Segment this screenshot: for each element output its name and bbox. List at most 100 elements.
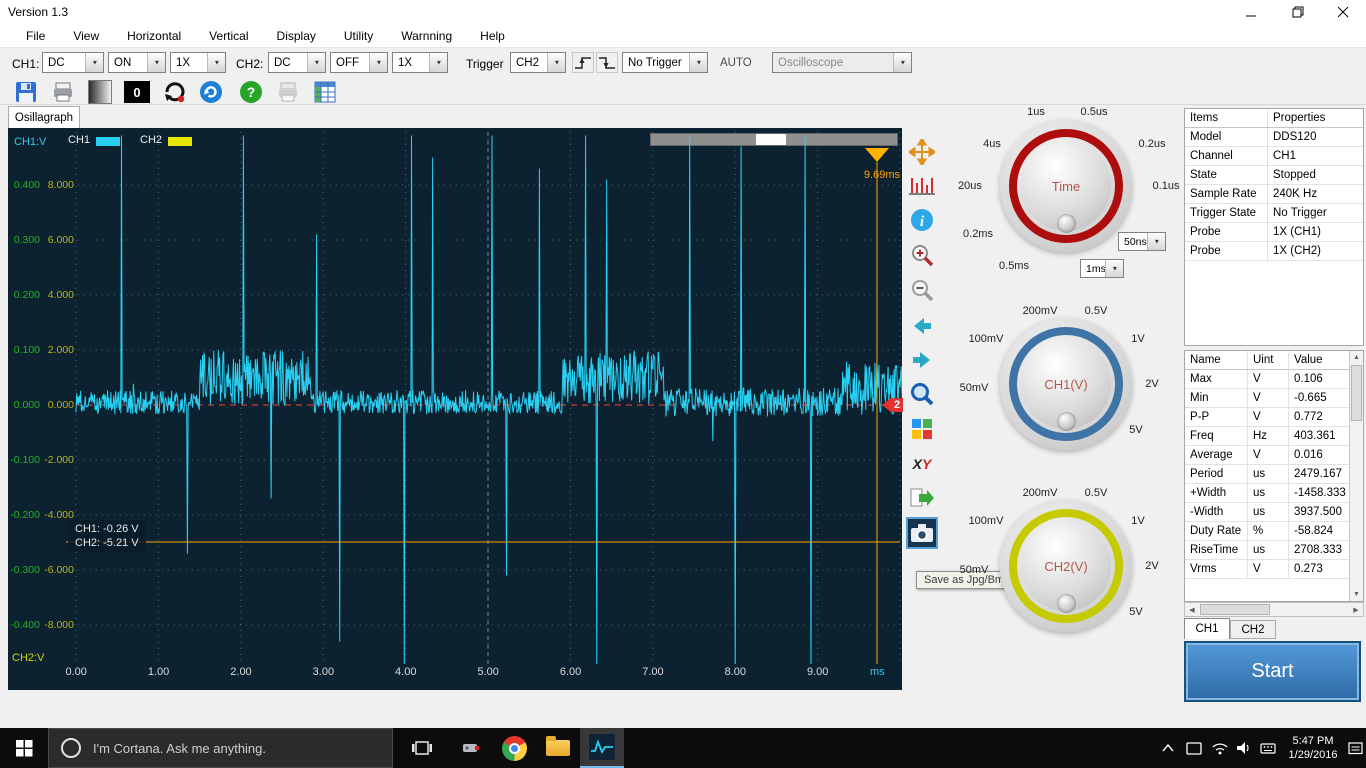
ch1-on-select[interactable]: ON	[108, 52, 166, 73]
menu-item[interactable]: View	[59, 29, 113, 43]
scroll-right-arrow[interactable]: ▶	[1349, 603, 1363, 616]
scrollbar-thumb[interactable]	[1351, 365, 1362, 421]
measurement-value: 3937.500	[1289, 503, 1349, 521]
help-button[interactable]: ?	[237, 80, 265, 104]
color-settings-button[interactable]	[906, 413, 938, 445]
cursor-measure-button[interactable]	[906, 170, 938, 202]
zoom-in-button[interactable]	[906, 239, 938, 271]
record-count-box[interactable]: 0	[123, 80, 151, 104]
tray-network[interactable]	[1208, 728, 1232, 768]
taskbar-app-device[interactable]	[448, 728, 492, 768]
ch1-coupling-select[interactable]: DC	[42, 52, 104, 73]
window-title: Version 1.3	[8, 5, 68, 19]
ch2-probe-select[interactable]: 1X	[392, 52, 448, 73]
trigger-mode-select[interactable]: No Trigger	[622, 52, 708, 73]
pan-button[interactable]	[906, 136, 938, 168]
measurement-value: 0.016	[1289, 446, 1349, 464]
print-preview-button[interactable]	[274, 80, 302, 104]
ch1-knob-label: CH1(V)	[1044, 377, 1087, 392]
tray-pc-status[interactable]	[1182, 728, 1206, 768]
tab-ch1[interactable]: CH1	[1184, 618, 1230, 639]
measurements-vertical-scrollbar[interactable]: ▲ ▼	[1349, 351, 1363, 601]
xy-mode-button[interactable]: XY	[906, 448, 938, 480]
redo-view-button[interactable]	[906, 344, 938, 376]
x-axis-label: 6.00	[529, 666, 611, 678]
tray-keyboard[interactable]	[1256, 728, 1280, 768]
action-center-button[interactable]	[1344, 728, 1366, 768]
minimize-button[interactable]	[1229, 0, 1274, 24]
start-button[interactable]: Start	[1184, 641, 1361, 702]
menu-item[interactable]: File	[12, 29, 59, 43]
record-count-value: 0	[124, 81, 150, 103]
task-view-button[interactable]	[400, 728, 444, 768]
menu-item[interactable]: Horizontal	[113, 29, 195, 43]
scroll-down-arrow[interactable]: ▼	[1350, 588, 1363, 601]
tab-oscillograph[interactable]: Osillagraph	[8, 106, 80, 128]
save-button[interactable]	[12, 80, 40, 104]
property-value: CH1	[1268, 147, 1363, 165]
timebase-fast-value: 50ns	[1124, 236, 1147, 248]
close-button[interactable]	[1321, 0, 1366, 24]
record-button[interactable]	[160, 80, 188, 104]
time-knob-indicator	[1057, 214, 1076, 233]
menu-item[interactable]: Vertical	[195, 29, 262, 43]
property-name: Model	[1185, 128, 1268, 146]
cursor-readout-ch2: CH2: -5.21 V	[75, 536, 139, 550]
ch1-volts-knob[interactable]: CH1(V)	[1000, 318, 1132, 450]
x-axis-label: 0.00	[35, 666, 117, 678]
zoom-out-button[interactable]	[906, 274, 938, 306]
falling-edge-button[interactable]	[596, 52, 618, 73]
tab-ch2[interactable]: CH2	[1230, 620, 1276, 639]
measurement-name: RiseTime	[1185, 541, 1248, 559]
time-cursor-marker[interactable]	[865, 148, 889, 162]
restore-button[interactable]	[1275, 0, 1320, 24]
tray-show-hidden-icons[interactable]	[1158, 728, 1178, 768]
ch2-volts-knob[interactable]: CH2(V)	[1000, 500, 1132, 632]
scrollbar-thumb[interactable]	[1200, 604, 1270, 615]
refresh-button[interactable]	[197, 80, 225, 104]
measurements-horizontal-scrollbar[interactable]: ◀ ▶	[1184, 602, 1364, 617]
taskbar-app-chrome[interactable]	[492, 728, 536, 768]
ch2-on-select[interactable]: OFF	[330, 52, 388, 73]
ch2-scale-label: 0.5V	[1076, 487, 1116, 499]
menu-item[interactable]: Display	[263, 29, 330, 43]
auto-button[interactable]: AUTO	[720, 57, 752, 69]
ch1-on-value: ON	[114, 57, 131, 69]
measurement-unit: %	[1248, 522, 1289, 540]
tray-volume[interactable]	[1232, 728, 1256, 768]
y-axis-label: -0.100	[8, 433, 40, 488]
scroll-up-arrow[interactable]: ▲	[1350, 351, 1363, 364]
scroll-left-arrow[interactable]: ◀	[1185, 603, 1199, 616]
menu-item[interactable]: Warnning	[387, 29, 466, 43]
trigger-flag[interactable]: 2	[882, 398, 903, 412]
tray-clock[interactable]: 5:47 PM 1/29/2016	[1282, 728, 1344, 768]
print-button[interactable]	[49, 80, 77, 104]
measurement-unit: us	[1248, 503, 1289, 521]
export-data-button[interactable]	[906, 482, 938, 514]
cortana-search-box[interactable]: I'm Cortana. Ask me anything.	[48, 728, 393, 768]
info-button[interactable]: i	[906, 204, 938, 236]
rising-edge-button[interactable]	[572, 52, 594, 73]
undo-view-button[interactable]	[906, 310, 938, 342]
restore-icon	[1292, 6, 1304, 18]
menu-item[interactable]: Help	[466, 29, 519, 43]
intensity-button[interactable]	[86, 80, 114, 104]
ch2-coupling-select[interactable]: DC	[268, 52, 326, 73]
zoom-window-button[interactable]	[906, 378, 938, 410]
timebase-fast-select[interactable]: 50ns	[1118, 232, 1166, 251]
menu-item[interactable]: Utility	[330, 29, 387, 43]
measurement-name: Freq	[1185, 427, 1248, 445]
x-axis-label: 4.00	[365, 666, 447, 678]
data-table-button[interactable]	[311, 80, 339, 104]
speaker-icon	[1236, 741, 1252, 755]
time-knob[interactable]: Time	[1000, 120, 1132, 252]
waveform-plot: 9.69ms	[64, 132, 902, 664]
timebase-select[interactable]: 1ms	[1080, 259, 1124, 278]
trigger-source-select[interactable]: CH2	[510, 52, 566, 73]
start-menu-button[interactable]	[0, 728, 48, 768]
ch1-probe-select[interactable]: 1X	[170, 52, 226, 73]
taskbar-app-oscilloscope[interactable]	[580, 728, 624, 768]
properties-rows: Model DDS120 Channel CH1 State Stopped S…	[1185, 128, 1363, 261]
taskbar-app-explorer[interactable]	[536, 728, 580, 768]
screenshot-button[interactable]	[906, 517, 938, 549]
